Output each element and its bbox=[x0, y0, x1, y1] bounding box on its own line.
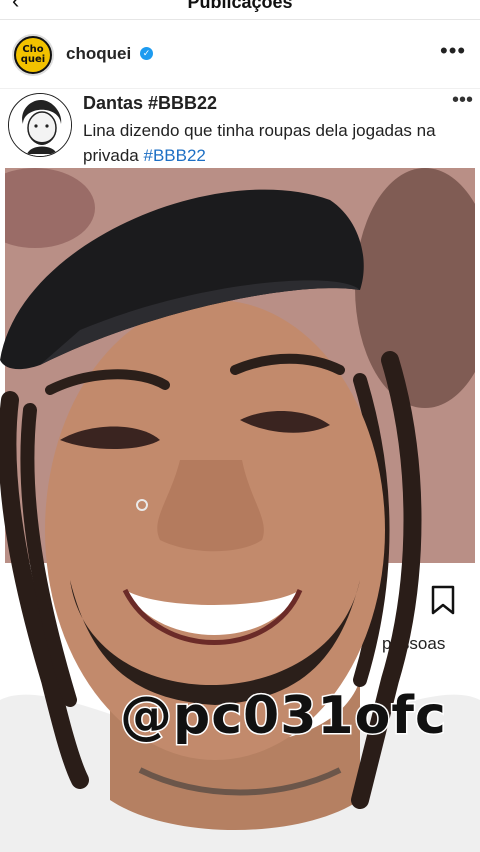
top-navigation-bar: ‹ Publicações bbox=[0, 0, 480, 20]
tweet-author-name: Dantas #BBB22 bbox=[83, 93, 218, 113]
tweet-hashtag-link[interactable]: #BBB22 bbox=[143, 146, 205, 165]
profile-avatar[interactable]: Cho quei bbox=[12, 34, 54, 76]
likes-text[interactable]: pessoas bbox=[382, 634, 445, 654]
post-header: Cho quei choquei ✓ ••• bbox=[0, 28, 480, 80]
post-image[interactable] bbox=[5, 168, 475, 563]
page-title: Publicações bbox=[187, 0, 293, 12]
username-link[interactable]: choquei bbox=[66, 44, 131, 64]
watermark-handle: @pc031ofc bbox=[119, 685, 448, 748]
post-options-icon[interactable]: ••• bbox=[440, 38, 466, 64]
brand-logo: Cho quei bbox=[16, 38, 50, 72]
embedded-tweet-card: Dantas #BBB22 Lina dizendo que tinha rou… bbox=[0, 88, 480, 168]
tweet-text-main: Lina dizendo que tinha roupas dela jogad… bbox=[83, 121, 436, 165]
post-action-bar bbox=[0, 575, 480, 635]
tweet-author-avatar bbox=[8, 93, 72, 157]
verified-badge-icon: ✓ bbox=[140, 47, 153, 60]
tweet-options-icon[interactable]: ••• bbox=[452, 89, 473, 112]
bookmark-icon[interactable] bbox=[430, 585, 456, 615]
tweet-text: Lina dizendo que tinha roupas dela jogad… bbox=[83, 118, 463, 168]
